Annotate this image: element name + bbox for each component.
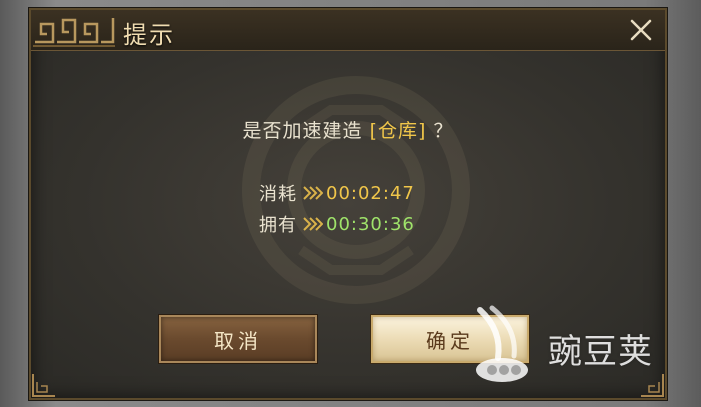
title-bar: 提示 <box>31 10 665 51</box>
owned-label: 拥有 <box>259 215 297 236</box>
speedup-icon <box>303 186 323 200</box>
speedup-question: 是否加速建造 [仓库] ？ <box>31 116 665 143</box>
cost-label: 消耗 <box>259 184 297 205</box>
owned-row: 拥有 00:30:36 <box>259 211 415 237</box>
owned-value: 00:30:36 <box>326 213 415 235</box>
cost-row: 消耗 00:02:47 <box>259 180 415 206</box>
title-ornament-icon <box>33 18 115 47</box>
question-suffix: ？ <box>433 120 454 142</box>
watermark-bean-icon <box>476 305 528 382</box>
close-icon[interactable] <box>627 16 655 44</box>
corner-ornament-icon <box>32 374 55 397</box>
building-name: [仓库] <box>369 120 427 142</box>
watermark-text: 豌豆荚 <box>548 332 653 372</box>
dialog-title: 提示 <box>123 21 175 49</box>
watermark-logo: 豌豆荚 <box>462 300 672 390</box>
cost-value: 00:02:47 <box>326 182 415 204</box>
speedup-icon <box>303 217 323 231</box>
question-prefix: 是否加速建造 <box>242 120 363 142</box>
cancel-button[interactable]: 取消 <box>159 315 317 363</box>
